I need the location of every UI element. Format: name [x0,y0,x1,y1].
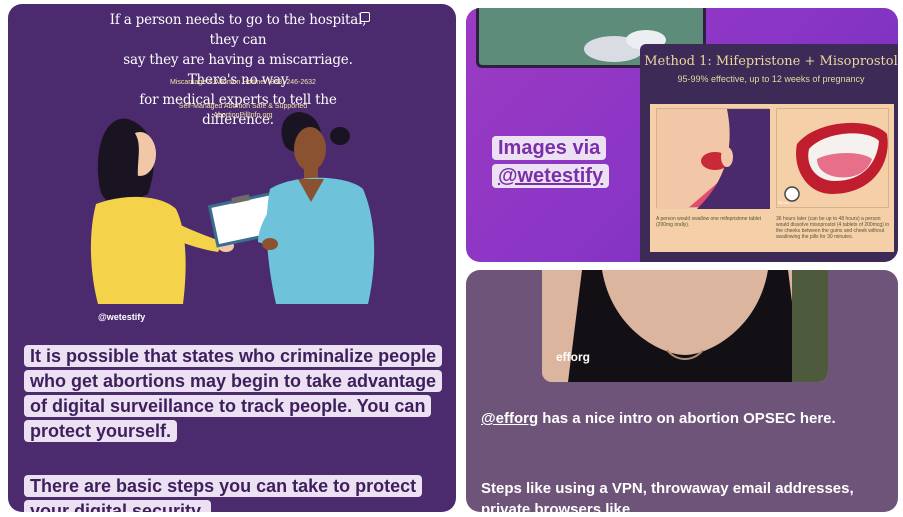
images-via-line-1: Images via [492,136,607,160]
frame-dissolve-pills [776,108,889,208]
efforg-intro-text: @efforg has a nice intro on abortion OPS… [481,408,886,429]
paragraph-surveillance: It is possible that states who criminali… [24,344,454,444]
method-card: Method 1: Mifepristone + Misoprostol 95-… [640,44,898,262]
mouth-illustration [784,122,888,202]
frame-swallow-pill [656,108,770,209]
video-thumbnail[interactable]: efforg [542,270,828,382]
bottom-right-story-panel: efforg @efforg has a nice intro on abort… [466,270,898,512]
method-card-subtitle: 95-99% effective, up to 12 weeks of preg… [677,74,865,84]
paragraph-surveillance-text: It is possible that states who criminali… [24,345,443,442]
opsec-steps-text: Steps like using a VPN, throwaway email … [481,480,854,512]
clock-label: 36 hrs [778,200,790,205]
illustration-patient-and-nurse [90,112,375,304]
method-card-body: A person would swallow one mifepristone … [650,104,894,252]
person-in-black-top [542,270,828,382]
face-illustration [657,109,770,209]
images-via-label: Images via @wetestify [492,134,610,190]
video-label: efforg [556,350,590,364]
efforg-handle-link[interactable]: @efforg [481,410,538,427]
nurse-figure [258,112,375,304]
paragraph-basic-steps-text: There are basic steps you can take to pr… [24,475,423,512]
image-credit: @wetestify [98,312,146,322]
method-card-title: Method 1: Mifepristone + Misoprostol [644,54,898,69]
efforg-intro-rest: has a nice intro on abortion OPSEC here. [538,410,836,427]
images-via-handle-link[interactable]: @wetestify [492,164,610,188]
image-collage: If a person needs to go to the hospital,… [0,0,903,517]
paragraph-basic-steps: There are basic steps you can take to pr… [24,474,454,512]
right-frame-caption: 36 hours later (can be up to 48 hours) a… [776,216,890,240]
left-story-panel: If a person needs to go to the hospital,… [8,4,456,512]
left-frame-caption: A person would swallow one mifepristone … [656,216,762,228]
top-right-story-panel: Method 1: Mifepristone + Misoprostol 95-… [466,8,898,262]
